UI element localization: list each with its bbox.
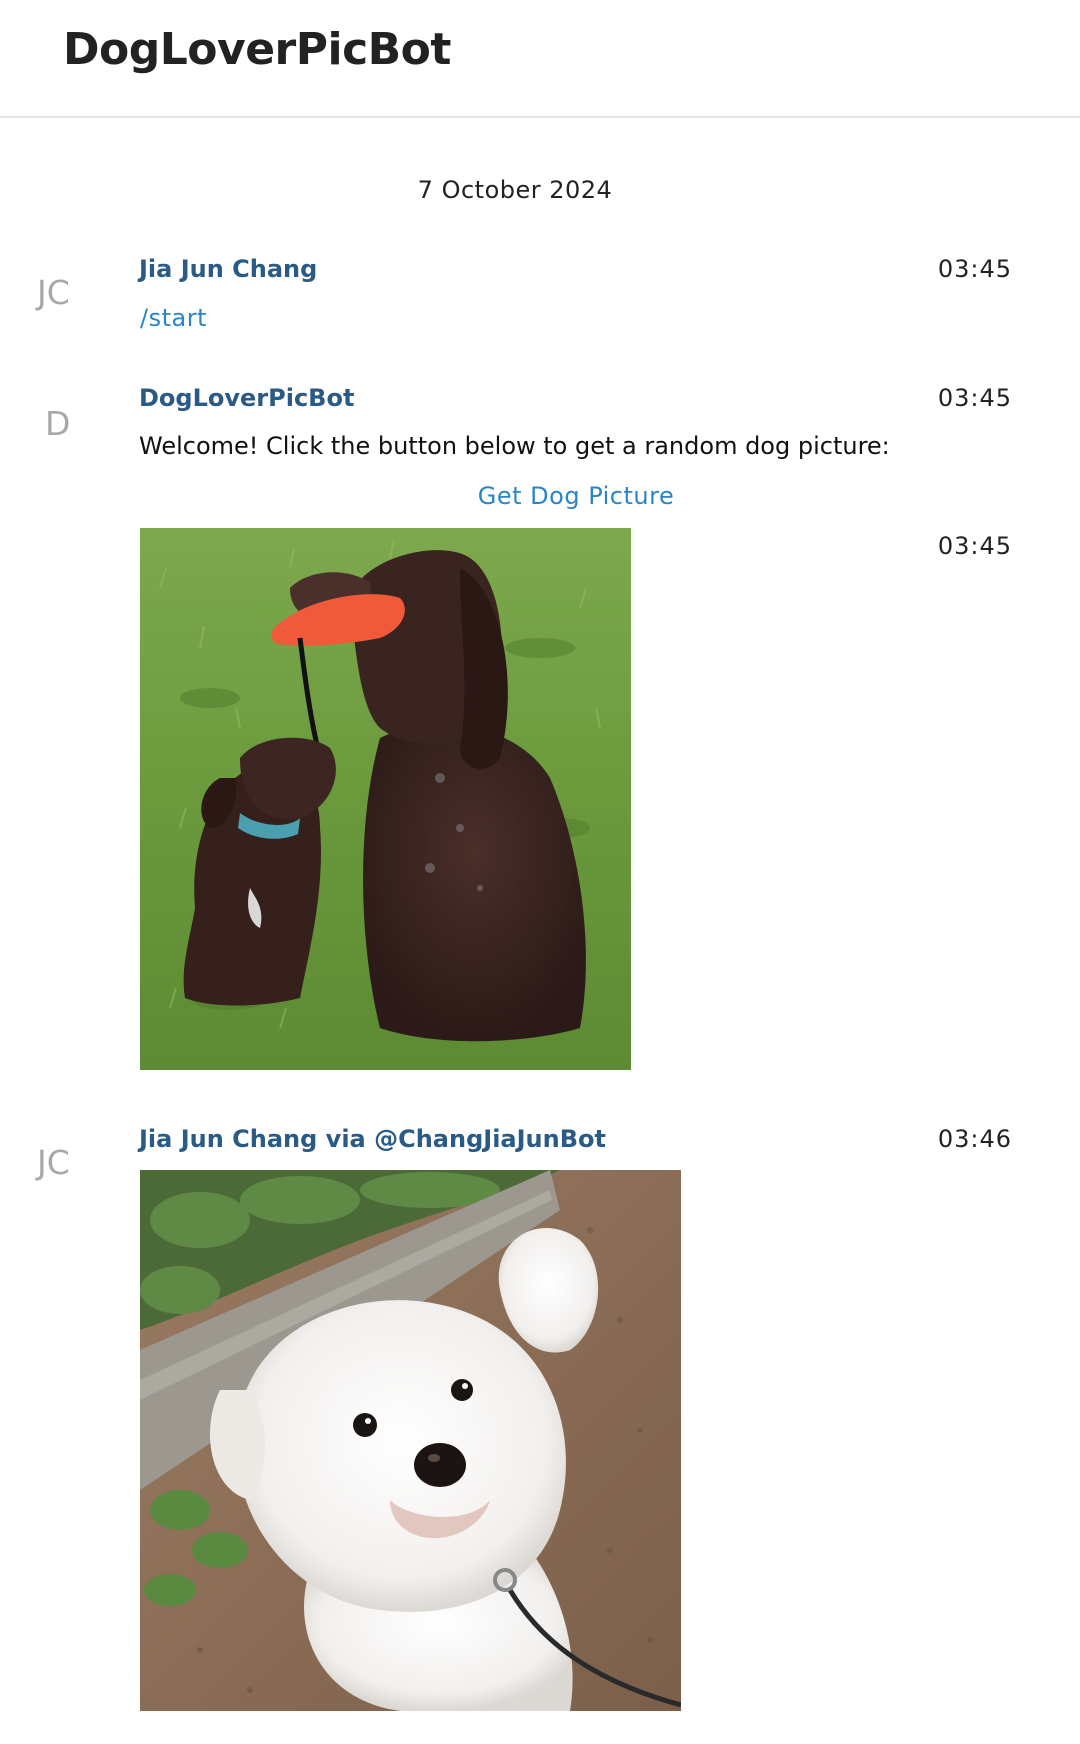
- sender-name[interactable]: Jia Jun Chang: [139, 255, 317, 283]
- avatar[interactable]: D: [45, 404, 70, 443]
- avatar[interactable]: JC: [37, 273, 70, 312]
- sender-name[interactable]: Jia Jun Chang via @ChangJiaJunBot: [139, 1125, 606, 1153]
- date-divider: 7 October 2024: [417, 176, 613, 204]
- get-dog-picture-button[interactable]: Get Dog Picture: [139, 482, 1013, 510]
- message-time: 03:45: [937, 384, 1012, 412]
- start-command-link[interactable]: /start: [140, 304, 207, 332]
- message-time: 03:45: [937, 255, 1012, 283]
- chat-header: DogLoverPicBot: [0, 0, 1080, 118]
- message-time: 03:45: [937, 532, 1012, 560]
- dog-photo-image: [140, 528, 631, 1070]
- message-time: 03:46: [937, 1125, 1012, 1153]
- dog-photo-bichon[interactable]: [140, 1170, 681, 1711]
- dog-photo-spaniels[interactable]: [140, 528, 631, 1070]
- avatar[interactable]: JC: [37, 1143, 70, 1182]
- sender-name[interactable]: DogLoverPicBot: [139, 384, 354, 412]
- chat-title[interactable]: DogLoverPicBot: [63, 24, 451, 75]
- message-text: Welcome! Click the button below to get a…: [139, 432, 890, 460]
- dog-photo-image: [140, 1170, 681, 1711]
